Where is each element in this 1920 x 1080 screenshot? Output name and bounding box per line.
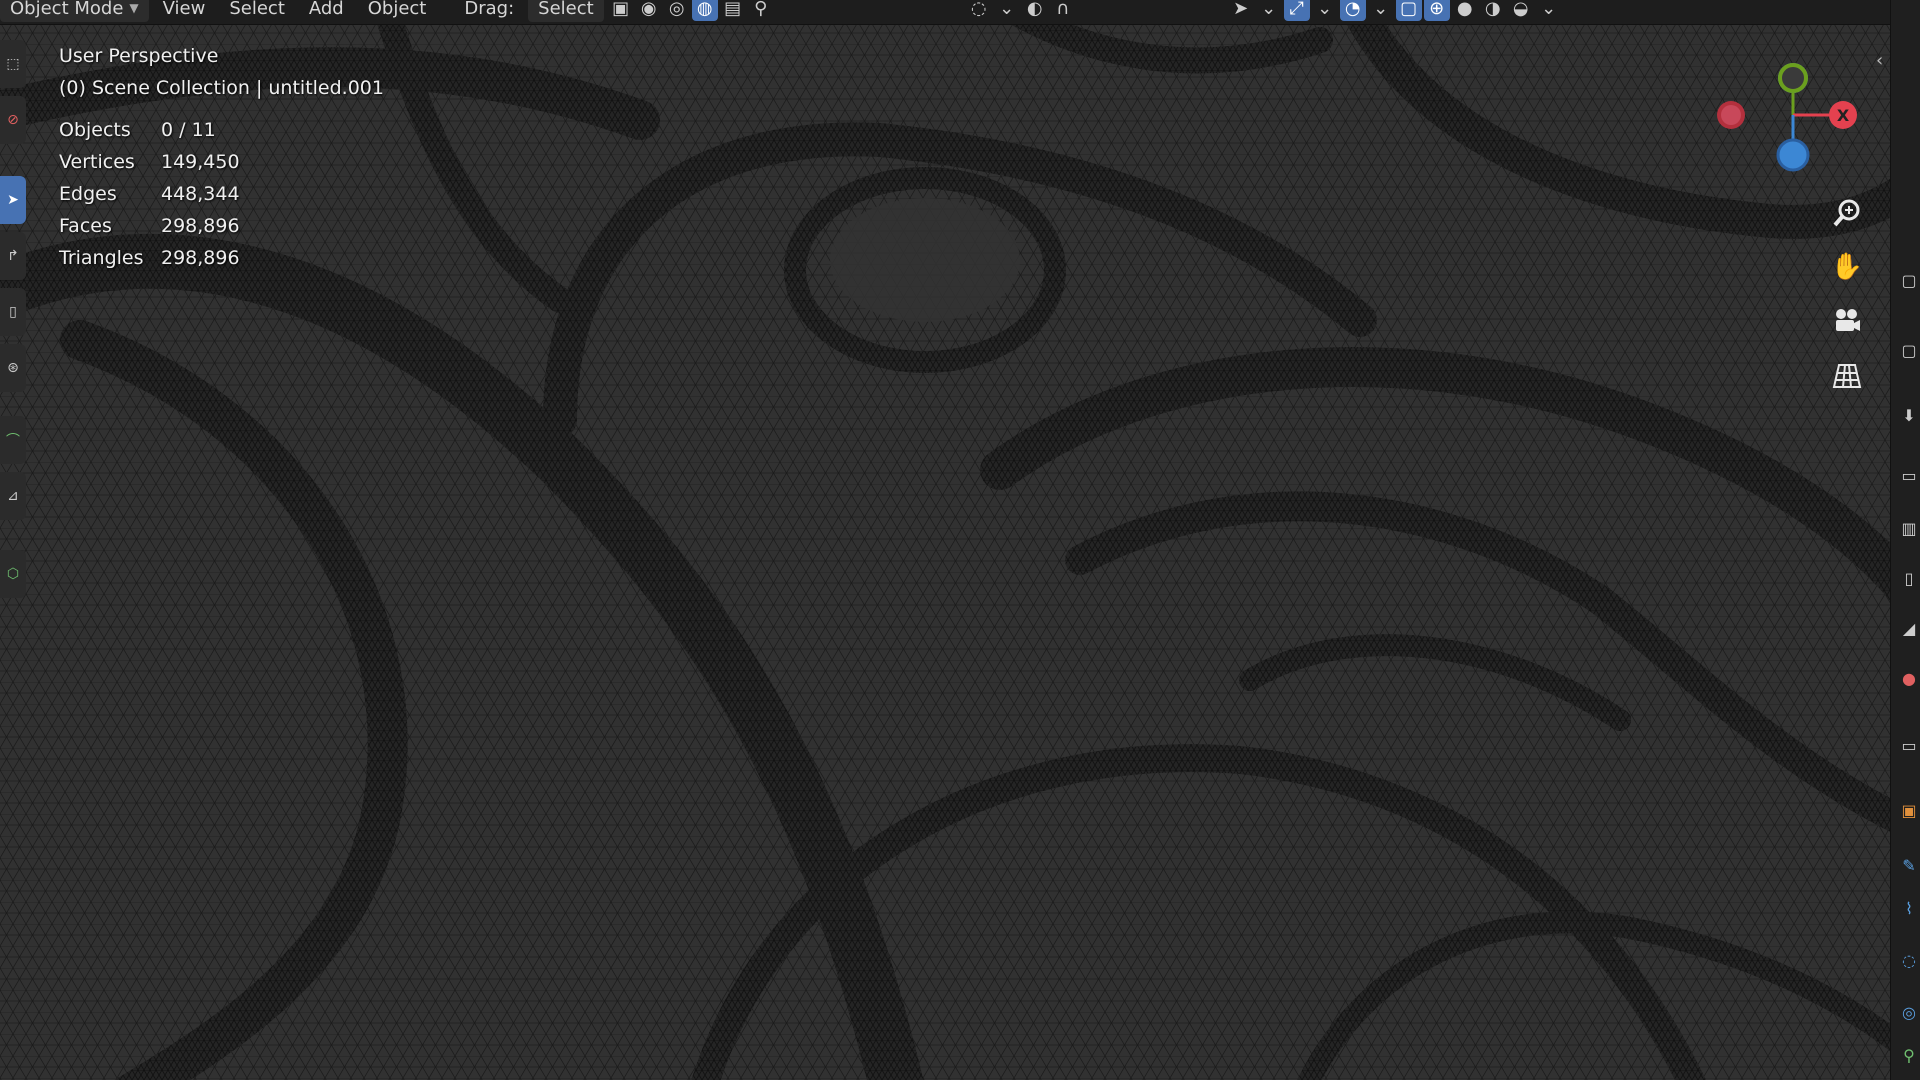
physics-tab-icon[interactable]: ⌇ xyxy=(1899,898,1919,918)
drag-select-label: Select xyxy=(538,0,594,19)
stat-label: Triangles xyxy=(59,247,144,269)
data-tab-icon[interactable]: ◎ xyxy=(1899,1002,1919,1022)
z-axis-icon xyxy=(1776,138,1810,172)
pivot-icon[interactable]: ◌ xyxy=(966,0,992,21)
menu-select[interactable]: Select xyxy=(219,0,295,22)
stat-label: Edges xyxy=(59,183,117,205)
chevron-down-icon[interactable]: ⌄ xyxy=(1536,0,1562,21)
view-tab-icon[interactable]: ▢ xyxy=(1899,340,1919,360)
search-icon[interactable]: ⚲ xyxy=(748,0,774,21)
select-extend-icon[interactable]: ◉ xyxy=(636,0,662,21)
drag-label: Drag: xyxy=(464,0,515,19)
stat-value: 448,344 xyxy=(161,183,240,205)
tool-measure-icon[interactable]: ⊿ xyxy=(0,472,26,520)
menu-object[interactable]: Object xyxy=(358,0,437,22)
solid-shading-icon[interactable]: ● xyxy=(1452,0,1478,21)
collection-tab-icon[interactable]: ● xyxy=(1899,668,1919,688)
chevron-down-icon: ▼ xyxy=(129,1,139,15)
chevron-down-icon[interactable]: ⌄ xyxy=(994,0,1020,21)
gizmo-toggle-icon[interactable]: ⤢ xyxy=(1283,0,1310,21)
stat-value: 149,450 xyxy=(161,151,240,173)
tool-annotate-icon[interactable]: ⌒ xyxy=(0,416,26,464)
tool-add-cube-icon[interactable]: ⬡ xyxy=(0,550,26,598)
stat-row: Vertices 149,450 xyxy=(59,146,384,178)
chevron-down-icon[interactable]: ⌄ xyxy=(1312,0,1338,21)
tool-cursor-icon[interactable]: ⊘ xyxy=(0,96,26,144)
select-intersect-icon[interactable]: ▤ xyxy=(720,0,746,21)
left-toolbar: ⬚ ⊘ ➤ ↱ ▯ ⊛ ⌒ ⊿ ⬡ xyxy=(0,40,28,640)
stat-label: Vertices xyxy=(59,151,135,173)
tool-rotate-icon[interactable]: ↱ xyxy=(0,232,26,280)
stat-value: 298,896 xyxy=(161,215,240,237)
scene-statistics: Objects 0 / 11 Vertices 149,450 Edges 44… xyxy=(59,114,384,274)
viewport-info-overlay: User Perspective (0) Scene Collection | … xyxy=(59,40,384,274)
stat-value: 0 / 11 xyxy=(161,119,216,141)
snap-icon[interactable]: ◐ xyxy=(1022,0,1048,21)
overlay-toggle-icon[interactable]: ◔ xyxy=(1339,0,1366,21)
navigation-gizmo[interactable]: X xyxy=(1700,50,1880,180)
stat-row: Edges 448,344 xyxy=(59,178,384,210)
world-tab-icon[interactable]: ◢ xyxy=(1899,618,1919,638)
material-tab-icon[interactable]: ⚲ xyxy=(1899,1045,1919,1065)
view-name: User Perspective xyxy=(59,45,219,67)
select-box-icon[interactable]: ▣ xyxy=(608,0,634,21)
tool-transform-icon[interactable]: ⊛ xyxy=(0,344,26,392)
proportional-edit-icon[interactable]: ∩ xyxy=(1050,0,1076,21)
stat-value: 298,896 xyxy=(161,247,240,269)
menu-add[interactable]: Add xyxy=(299,0,354,22)
tool-scale-icon[interactable]: ▯ xyxy=(0,288,26,336)
mode-selector[interactable]: Object Mode ▼ xyxy=(0,0,149,22)
render-tab-icon[interactable]: ⬇ xyxy=(1899,405,1919,425)
tool-move-icon[interactable]: ➤ xyxy=(0,176,26,224)
rendered-shading-icon[interactable]: ◒ xyxy=(1508,0,1534,21)
hand-icon[interactable]: ✋ xyxy=(1822,244,1872,290)
chevron-down-icon[interactable]: ⌄ xyxy=(1256,0,1282,21)
stat-row: Objects 0 / 11 xyxy=(59,114,384,146)
select-subtract-icon[interactable]: ◎ xyxy=(664,0,690,21)
tool-tab-icon[interactable]: ▢ xyxy=(1899,270,1919,290)
material-shading-icon[interactable]: ◑ xyxy=(1480,0,1506,21)
chevron-left-icon[interactable]: ‹ xyxy=(1876,50,1883,71)
viewport-header: Object Mode ▼ View Select Add Object Dra… xyxy=(0,0,1890,25)
chevron-down-icon[interactable]: ⌄ xyxy=(1368,0,1394,21)
tool-select-box-icon[interactable]: ⬚ xyxy=(0,40,26,88)
camera-icon[interactable] xyxy=(1822,298,1872,344)
modifier-tab-icon[interactable]: ▣ xyxy=(1899,800,1919,820)
menu-view[interactable]: View xyxy=(153,0,216,22)
axis-gizmo-svg: X xyxy=(1717,63,1857,172)
properties-tab-strip: ▢ ▢ ⬇ ▭ ▥ ▯ ◢ ● ▭ ▣ ✎ ⌇ ◌ ◎ ⚲ xyxy=(1890,0,1920,1080)
cursor-icon[interactable]: ➤ xyxy=(1228,0,1254,21)
collection-name: (0) Scene Collection | untitled.001 xyxy=(59,77,384,99)
drag-select-dropdown[interactable]: Select xyxy=(528,0,604,22)
stat-row: Faces 298,896 xyxy=(59,210,384,242)
mode-label: Object Mode xyxy=(10,0,124,19)
stat-row: Triangles 298,896 xyxy=(59,242,384,274)
scene-tab-icon[interactable]: ▯ xyxy=(1899,568,1919,588)
stat-label: Objects xyxy=(59,119,131,141)
stat-label: Faces xyxy=(59,215,112,237)
output-tab-icon[interactable]: ▭ xyxy=(1899,465,1919,485)
ortho-grid-icon[interactable] xyxy=(1822,352,1872,398)
wireframe-shading-icon[interactable]: ⊕ xyxy=(1423,0,1450,21)
particles-tab-icon[interactable]: ✎ xyxy=(1899,855,1919,875)
view-layer-tab-icon[interactable]: ▥ xyxy=(1899,518,1919,538)
constraints-tab-icon[interactable]: ◌ xyxy=(1899,950,1919,970)
zoom-icon[interactable] xyxy=(1822,190,1872,236)
object-tab-icon[interactable]: ▭ xyxy=(1899,735,1919,755)
y-axis-icon xyxy=(1778,63,1808,93)
select-global-icon[interactable]: ◍ xyxy=(691,0,718,21)
x-axis-label: X xyxy=(1837,106,1850,125)
xray-toggle-icon[interactable]: ▢ xyxy=(1395,0,1422,21)
